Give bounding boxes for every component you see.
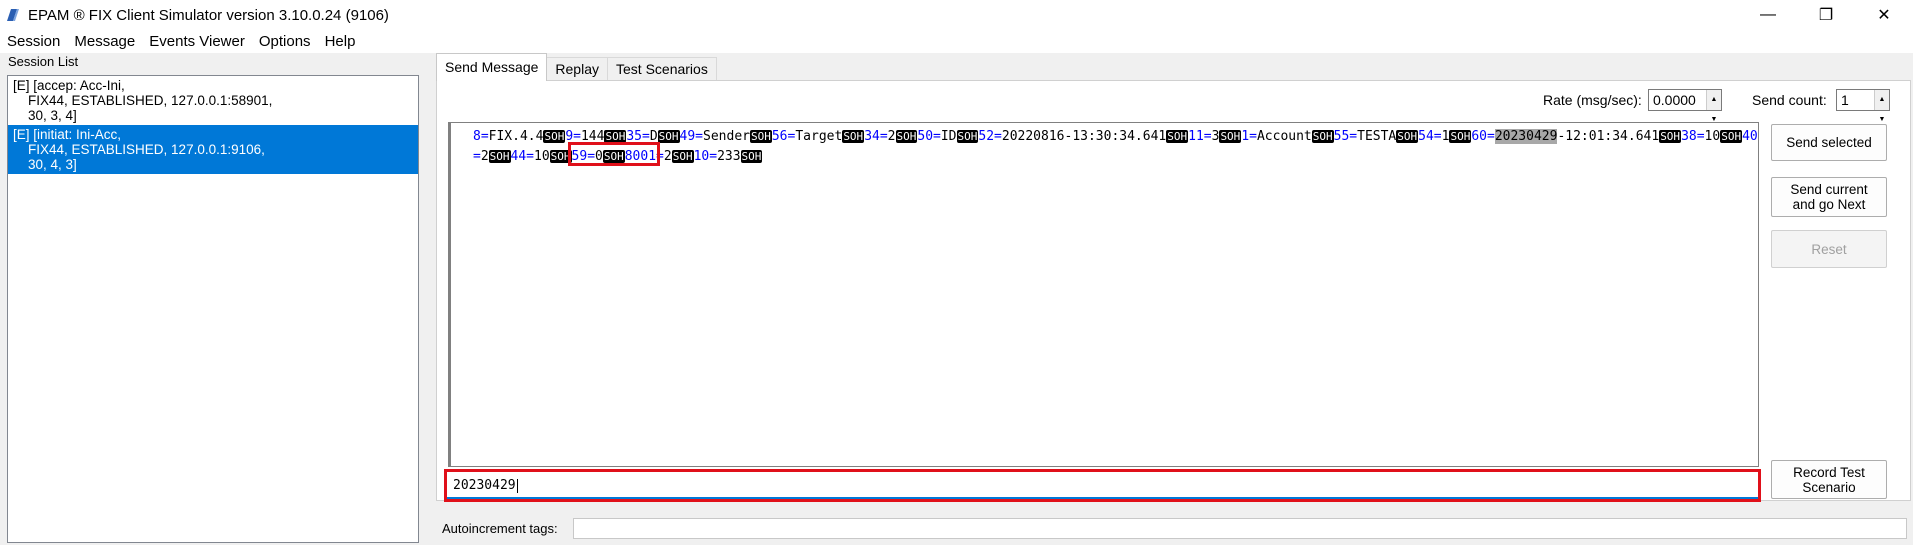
fix-tag: 8=: [473, 129, 489, 144]
soh-delimiter: SOH: [1166, 130, 1189, 143]
spin-up-icon[interactable]: ▲: [1711, 90, 1718, 110]
close-icon: ✕: [1877, 7, 1891, 24]
fix-value: ID: [940, 129, 957, 144]
fix-message-text[interactable]: 8=FIX.4.4SOH9=144SOH35=DSOH49=SenderSOH5…: [473, 127, 1763, 167]
fix-tag: 10=: [693, 149, 718, 164]
session-list[interactable]: [E] [accep: Acc-Ini, FIX44, ESTABLISHED,…: [7, 75, 419, 543]
session-line: [E] [accep: Acc-Ini,: [13, 78, 125, 93]
menu-events-viewer[interactable]: Events Viewer: [142, 30, 252, 53]
soh-delimiter: SOH: [956, 130, 979, 143]
menu-bar: Session Message Events Viewer Options He…: [0, 30, 1913, 53]
reset-button[interactable]: Reset: [1771, 230, 1887, 268]
fix-tag: 55=: [1333, 129, 1358, 144]
maximize-icon: ❐: [1818, 7, 1834, 24]
send-count-label: Send count:: [1752, 92, 1827, 108]
session-list-label: Session List: [8, 54, 79, 69]
minimize-button[interactable]: —: [1739, 0, 1797, 30]
tab-strip: Send Message Replay Test Scenarios: [436, 53, 717, 81]
tab-send-message[interactable]: Send Message: [436, 53, 548, 81]
fix-tag: 56=: [771, 129, 796, 144]
title-bar: EPAM ® FIX Client Simulator version 3.10…: [0, 0, 1913, 30]
soh-delimiter: SOH: [1311, 130, 1334, 143]
soh-delimiter: SOH: [488, 150, 511, 163]
field-value-input[interactable]: 20230429: [444, 469, 1761, 502]
session-item-acceptor[interactable]: [E] [accep: Acc-Ini, FIX44, ESTABLISHED,…: [8, 76, 418, 125]
fix-tag: 44=: [510, 149, 535, 164]
spin-up-icon[interactable]: ▲: [1879, 90, 1886, 110]
fix-value: 10: [534, 149, 550, 164]
field-value-text: 20230429: [453, 478, 518, 493]
app-logo-icon: [7, 9, 19, 21]
soh-delimiter: SOH: [740, 150, 763, 163]
soh-delimiter: SOH: [1449, 130, 1472, 143]
window-controls: — ❐ ✕: [1739, 0, 1913, 30]
tab-test-scenarios[interactable]: Test Scenarios: [607, 57, 717, 81]
soh-delimiter: SOH: [842, 130, 865, 143]
highlight-box: [568, 142, 660, 166]
fix-tag: 34=: [864, 129, 888, 144]
soh-delimiter: SOH: [1219, 130, 1242, 143]
maximize-button[interactable]: ❐: [1797, 0, 1855, 30]
fix-tag: 11=: [1188, 129, 1212, 144]
send-current-next-button[interactable]: Send current and go Next: [1771, 177, 1887, 217]
fix-value: 2: [480, 149, 489, 164]
fix-tag: 1=: [1241, 129, 1257, 144]
send-count-value: 1: [1841, 92, 1849, 108]
fix-value: TESTA: [1357, 129, 1397, 144]
session-line: 30, 3, 4]: [13, 108, 77, 123]
send-count-spinner[interactable]: ▲ ▼: [1874, 90, 1889, 123]
rate-input[interactable]: 0.0000 ▲ ▼: [1648, 89, 1722, 123]
soh-delimiter: SOH: [1659, 130, 1682, 143]
soh-delimiter: SOH: [749, 130, 772, 143]
session-item-initiator[interactable]: [E] [initiat: Ini-Acc, FIX44, ESTABLISHE…: [8, 125, 418, 174]
rate-spinner[interactable]: ▲ ▼: [1706, 90, 1721, 123]
menu-message[interactable]: Message: [67, 30, 142, 53]
focus-underline: [447, 497, 1758, 499]
session-line: FIX44, ESTABLISHED, 127.0.0.1:58901,: [13, 93, 273, 108]
soh-delimiter: SOH: [1396, 130, 1419, 143]
session-line: FIX44, ESTABLISHED, 127.0.0.1:9106,: [13, 142, 265, 157]
soh-delimiter: SOH: [657, 130, 680, 143]
text-caret: [516, 478, 518, 493]
fix-tag: 54=: [1418, 129, 1442, 144]
fix-value: 10: [1704, 129, 1721, 144]
session-line: 30, 4, 3]: [13, 157, 77, 172]
fix-value: 20230429-12:01:34.641: [1494, 129, 1660, 144]
rate-label: Rate (msg/sec):: [1543, 92, 1642, 108]
autoincrement-label: Autoincrement tags:: [442, 521, 558, 536]
autoincrement-input[interactable]: [573, 518, 1907, 539]
send-selected-button[interactable]: Send selected: [1771, 124, 1887, 161]
fix-value: 2: [887, 129, 896, 144]
fix-value: Sender: [703, 129, 750, 144]
rate-value: 0.0000: [1653, 92, 1696, 108]
fix-value: 233: [717, 149, 741, 164]
soh-delimiter: SOH: [671, 150, 694, 163]
menu-session[interactable]: Session: [0, 30, 67, 53]
soh-delimiter: SOH: [895, 130, 918, 143]
soh-delimiter: SOH: [1720, 130, 1743, 143]
fix-tag: 49=: [679, 129, 704, 144]
tab-replay[interactable]: Replay: [546, 57, 608, 81]
menu-options[interactable]: Options: [252, 30, 318, 53]
fix-value: 2: [663, 149, 672, 164]
fix-value: 20220816-13:30:34.641: [1001, 129, 1167, 144]
record-test-scenario-button[interactable]: Record Test Scenario: [1771, 460, 1887, 499]
menu-help[interactable]: Help: [318, 30, 363, 53]
fix-tag: 52=: [978, 129, 1002, 144]
fix-tag: 60=: [1471, 129, 1495, 144]
fix-tag: 38=: [1681, 129, 1705, 144]
fix-tag: 50=: [917, 129, 941, 144]
window-title: EPAM ® FIX Client Simulator version 3.10…: [28, 6, 389, 24]
fix-value: FIX.4.4: [488, 129, 544, 144]
minimize-icon: —: [1760, 6, 1776, 23]
selected-text: 20230429: [1494, 129, 1558, 144]
close-button[interactable]: ✕: [1855, 0, 1913, 30]
message-editor[interactable]: 8=FIX.4.4SOH9=144SOH35=DSOH49=SenderSOH5…: [448, 122, 1759, 467]
send-count-input[interactable]: 1 ▲ ▼: [1836, 89, 1890, 123]
fix-value: Target: [795, 129, 843, 144]
session-line: [E] [initiat: Ini-Acc,: [13, 127, 122, 142]
soh-delimiter: SOH: [543, 130, 566, 143]
fix-value: Account: [1256, 129, 1312, 144]
